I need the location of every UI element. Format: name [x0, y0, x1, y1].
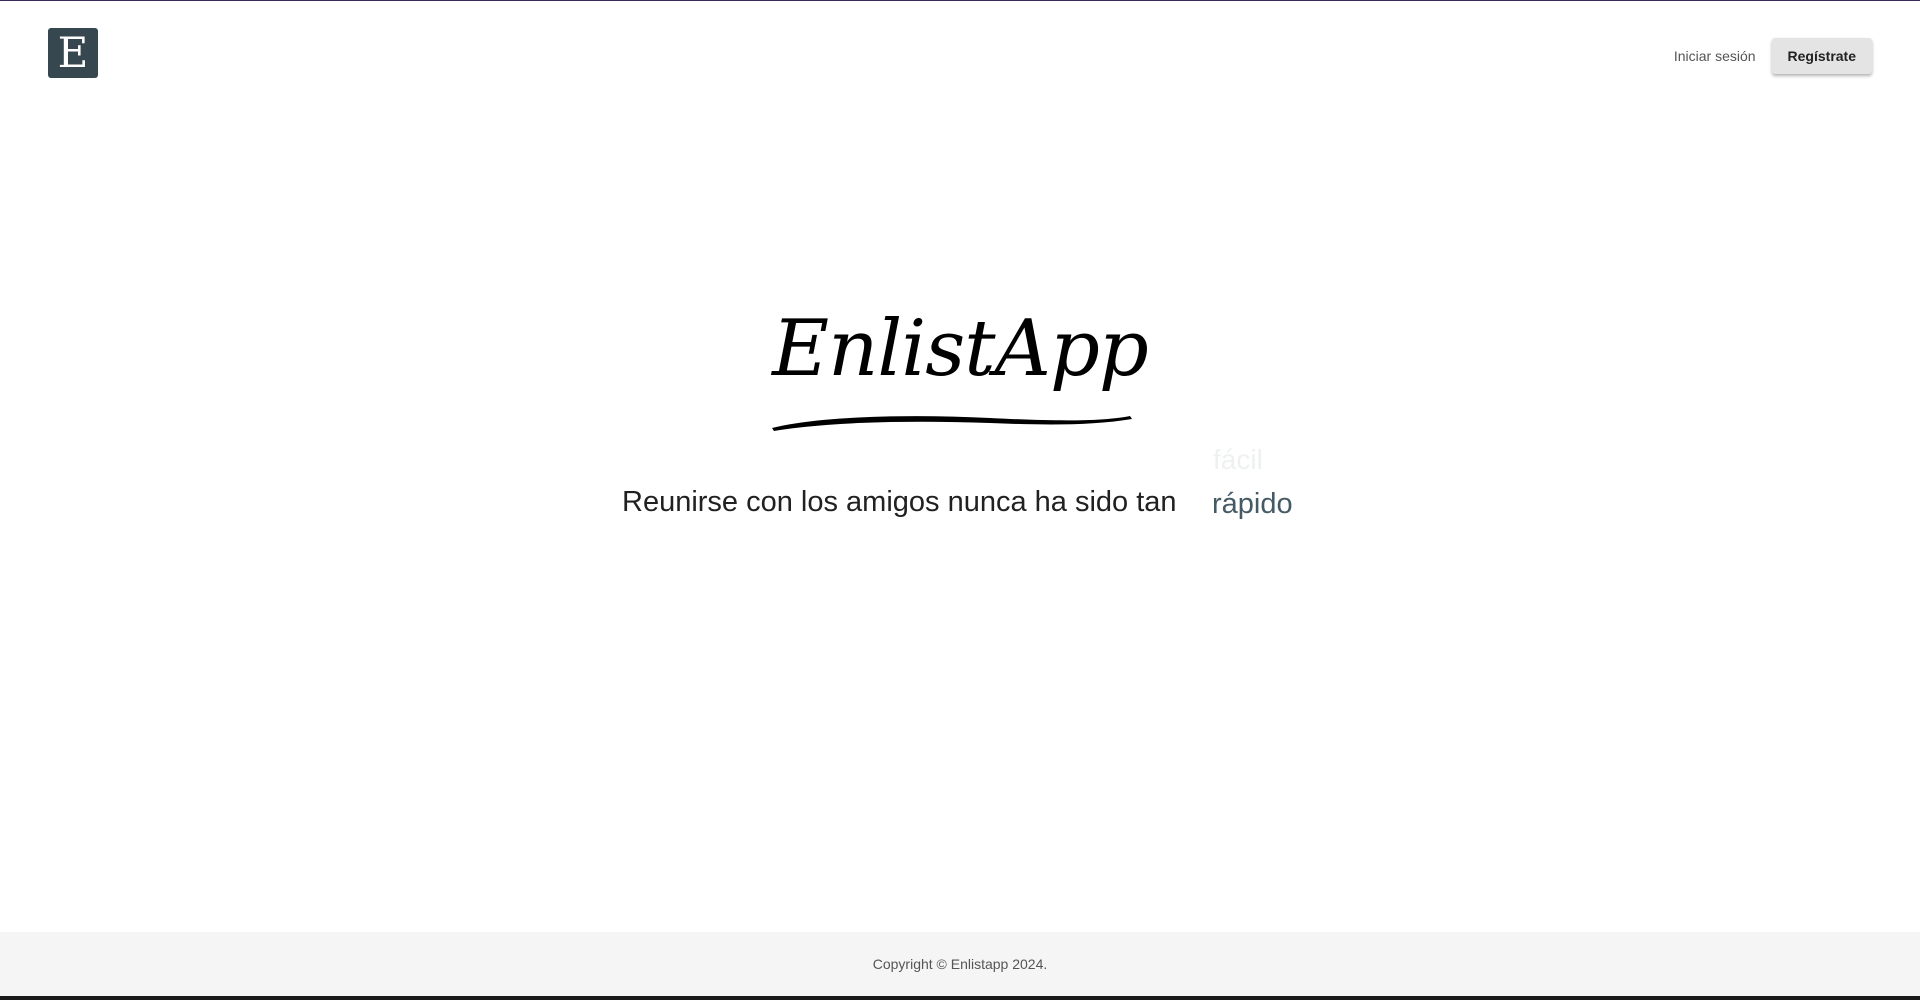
wordmark-text: EnlistApp — [772, 304, 1149, 394]
hero-section: EnlistApp — [0, 300, 1920, 445]
logo-letter: E — [57, 28, 89, 77]
brand-wordmark: EnlistApp — [760, 300, 1160, 440]
top-border — [0, 0, 1920, 1]
app-logo[interactable]: E — [48, 28, 98, 78]
register-button[interactable]: Regístrate — [1771, 38, 1872, 74]
landing-page: E Iniciar sesión Regístrate EnlistApp Re… — [0, 0, 1920, 1000]
brush-stroke-underline — [772, 416, 1132, 431]
tagline-text: Reunirse con los amigos nunca ha sido ta… — [622, 486, 1177, 518]
rotating-word-current: rápido — [1212, 488, 1293, 520]
copyright-text: Copyright © Enlistapp 2024. — [872, 956, 1048, 972]
bottom-border — [0, 996, 1920, 1000]
tagline-row: Reunirse con los amigos nunca ha sido ta… — [0, 444, 1920, 536]
header-nav: Iniciar sesión Regístrate — [1674, 38, 1872, 74]
rotating-word-previous: fácil — [1213, 444, 1263, 475]
footer: Copyright © Enlistapp 2024. — [0, 932, 1920, 996]
login-button[interactable]: Iniciar sesión — [1674, 40, 1756, 72]
